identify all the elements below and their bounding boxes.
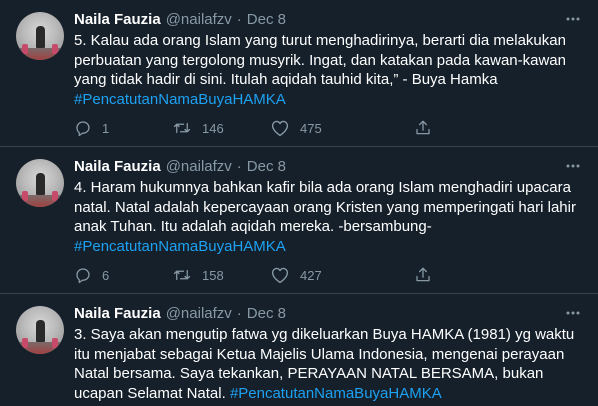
like-count: 475 — [300, 120, 322, 136]
more-icon[interactable] — [564, 304, 582, 322]
separator-dot: · — [236, 157, 242, 175]
tweet-header: Naila Fauzia @nailafzv · Dec 8 — [74, 9, 286, 29]
share-icon — [414, 119, 432, 137]
share-button[interactable] — [414, 266, 432, 284]
author-name[interactable]: Naila Fauzia — [74, 305, 161, 322]
author-handle[interactable]: @nailafzv — [166, 305, 232, 322]
author-name[interactable]: Naila Fauzia — [74, 11, 161, 28]
author-handle[interactable]: @nailafzv — [166, 158, 232, 175]
tweet-body: 5. Kalau ada orang Islam yang turut meng… — [74, 32, 566, 88]
reply-icon — [74, 119, 92, 137]
like-icon — [270, 266, 290, 284]
retweet-count: 158 — [202, 267, 224, 283]
retweet-button[interactable]: 146 — [172, 119, 270, 137]
hashtag-link[interactable]: #PencatutanNamaBuyaHAMKA — [74, 238, 286, 255]
tweet-text: 5. Kalau ada orang Islam yang turut meng… — [74, 31, 580, 109]
tweet[interactable]: Naila Fauzia @nailafzv · Dec 8 3. Saya a… — [0, 294, 598, 406]
tweet-header: Naila Fauzia @nailafzv · Dec 8 — [74, 303, 286, 323]
tweet-body: 4. Haram hukumnya bahkan kafir bila ada … — [74, 179, 576, 235]
avatar[interactable] — [16, 306, 64, 354]
avatar[interactable] — [16, 12, 64, 60]
tweet-actions: 1 146 475 — [74, 118, 504, 138]
reply-button[interactable]: 6 — [74, 266, 172, 284]
tweet-text: 3. Saya akan mengutip fatwa yg dikeluark… — [74, 325, 580, 403]
tweet[interactable]: Naila Fauzia @nailafzv · Dec 8 4. Haram … — [0, 147, 598, 294]
tweet[interactable]: Naila Fauzia @nailafzv · Dec 8 5. Kalau … — [0, 0, 598, 147]
retweet-icon — [172, 119, 192, 137]
like-button[interactable]: 427 — [270, 266, 414, 284]
separator-dot: · — [236, 10, 242, 28]
tweet-feed: Naila Fauzia @nailafzv · Dec 8 5. Kalau … — [0, 0, 598, 406]
reply-button[interactable]: 1 — [74, 119, 172, 137]
share-icon — [414, 266, 432, 284]
like-count: 427 — [300, 267, 322, 283]
retweet-button[interactable]: 158 — [172, 266, 270, 284]
retweet-count: 146 — [202, 120, 224, 136]
retweet-icon — [172, 266, 192, 284]
tweet-text: 4. Haram hukumnya bahkan kafir bila ada … — [74, 178, 580, 256]
hashtag-link[interactable]: #PencatutanNamaBuyaHAMKA — [230, 385, 442, 402]
reply-icon — [74, 266, 92, 284]
more-icon[interactable] — [564, 10, 582, 28]
separator-dot: · — [236, 304, 242, 322]
like-button[interactable]: 475 — [270, 119, 414, 137]
tweet-date[interactable]: Dec 8 — [247, 158, 286, 175]
like-icon — [270, 119, 290, 137]
tweet-actions: 6 158 427 — [74, 265, 504, 285]
author-name[interactable]: Naila Fauzia — [74, 158, 161, 175]
reply-count: 6 — [102, 267, 110, 283]
hashtag-link[interactable]: #PencatutanNamaBuyaHAMKA — [74, 91, 286, 108]
reply-count: 1 — [102, 120, 110, 136]
more-icon[interactable] — [564, 157, 582, 175]
share-button[interactable] — [414, 119, 432, 137]
tweet-header: Naila Fauzia @nailafzv · Dec 8 — [74, 156, 286, 176]
avatar[interactable] — [16, 159, 64, 207]
tweet-date[interactable]: Dec 8 — [247, 305, 286, 322]
tweet-date[interactable]: Dec 8 — [247, 11, 286, 28]
author-handle[interactable]: @nailafzv — [166, 11, 232, 28]
